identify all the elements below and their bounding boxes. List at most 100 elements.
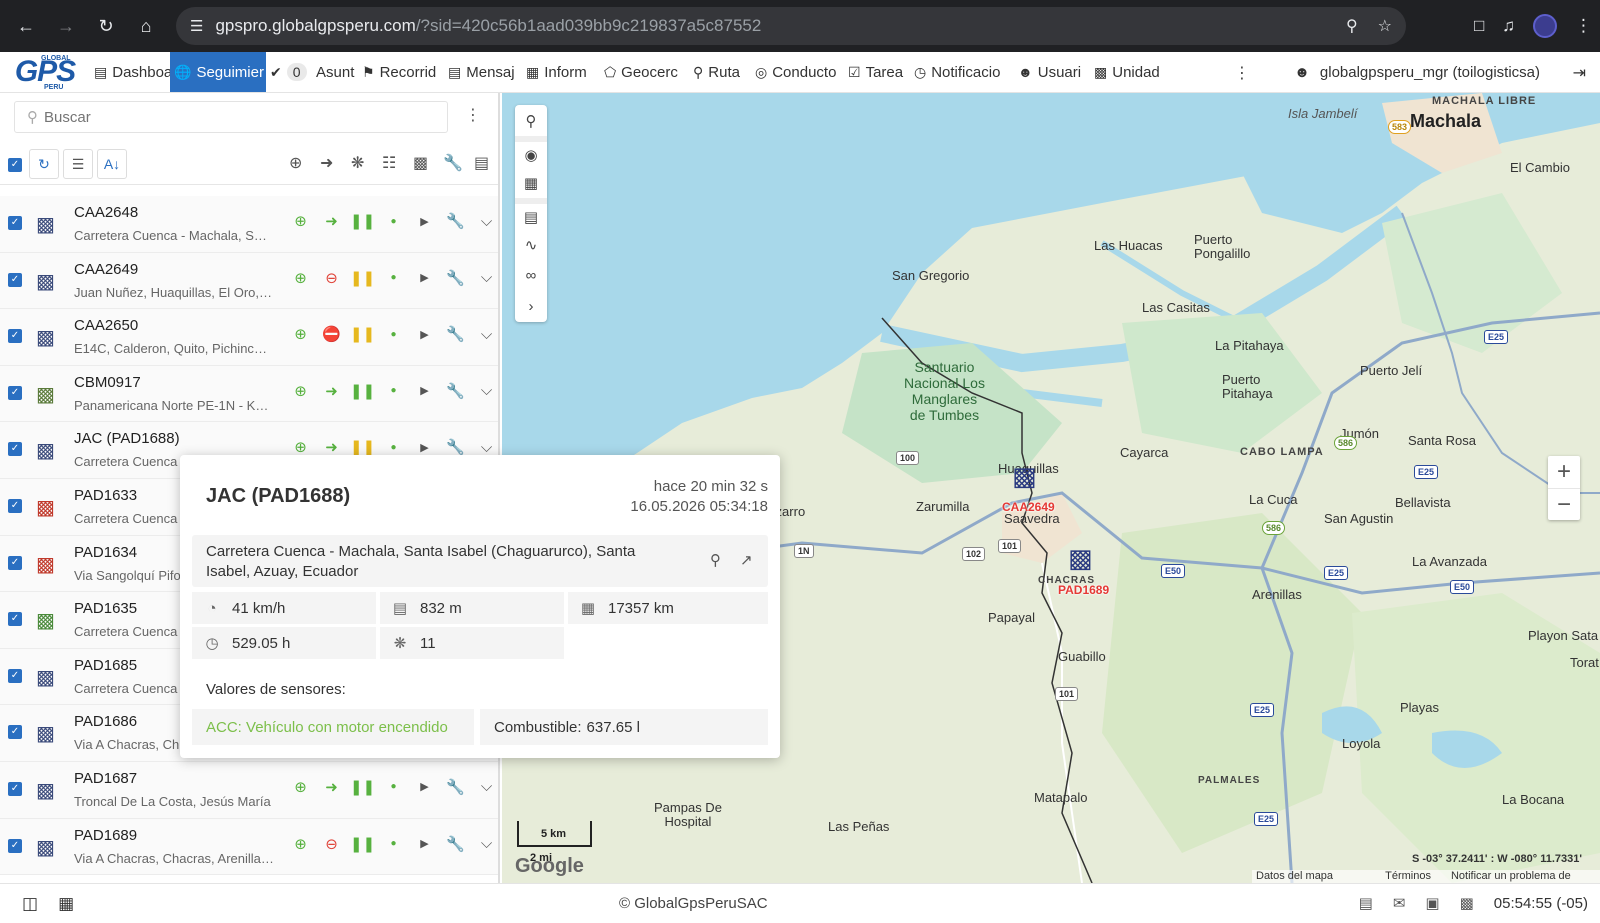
wrench-icon[interactable]: 🔧 <box>440 212 471 230</box>
row-checkbox[interactable]: ✓ <box>8 555 22 570</box>
search-box[interactable]: ⚲ <box>14 101 448 133</box>
row-checkbox[interactable]: ✓ <box>8 781 22 796</box>
location-pin-icon[interactable]: ⚲ <box>710 551 721 569</box>
vehicle-marker-pad1689[interactable]: ▩ <box>1068 543 1093 574</box>
display-icon[interactable]: ▩ <box>413 153 428 173</box>
forward-icon[interactable]: → <box>46 6 86 46</box>
image-icon[interactable]: ▣ <box>1425 894 1439 912</box>
group-tree-button[interactable]: ☰ <box>63 149 93 179</box>
vehicle-row[interactable]: ✓ ▩ PAD1687 Troncal De La Costa, Jesús Marí… <box>0 761 498 819</box>
profile-avatar[interactable] <box>1533 14 1557 38</box>
panel-icon[interactable]: ▤ <box>1359 894 1373 912</box>
nav-seguimiento[interactable]: 🌐 Seguimier <box>170 52 266 92</box>
ruler-icon[interactable]: ▤ <box>515 198 547 229</box>
key-icon[interactable]: ⚲ <box>1346 16 1358 36</box>
vehicle-row[interactable]: ✓ ▩ CAA2650 E14C, Calderon, Quito, Pichinch… <box>0 309 498 366</box>
wrench-icon[interactable]: 🔧 <box>440 778 471 796</box>
route-icon[interactable]: ∿ <box>515 229 547 260</box>
external-link-icon[interactable]: ↗ <box>740 551 753 569</box>
vehicle-row[interactable]: ✓ ▩ CBM0917 Panamericana Norte PE-1N - Km 1… <box>0 365 498 423</box>
back-icon[interactable]: ← <box>6 6 46 46</box>
row-menu-icon[interactable]: ⌵ <box>471 213 498 230</box>
nav-events-count[interactable]: ✔ 0 <box>266 52 312 92</box>
nav-tareas[interactable]: ☑ Tarea <box>844 52 910 92</box>
layout-icon[interactable]: ▩ <box>1460 894 1474 912</box>
row-checkbox[interactable]: ✓ <box>8 216 22 230</box>
row-menu-icon[interactable]: ⌵ <box>471 778 498 795</box>
nav-usuarios[interactable]: ☻ Usuari <box>1014 52 1090 92</box>
mail-icon[interactable]: ✉ <box>1393 894 1406 912</box>
points-icon[interactable]: ∞ <box>515 260 547 291</box>
list-icon[interactable]: ▤ <box>474 153 489 173</box>
wrench-icon[interactable]: 🔧 <box>440 835 471 853</box>
locate-icon[interactable]: ⊕ <box>285 438 316 456</box>
wrench-icon[interactable]: 🔧 <box>440 269 471 287</box>
locate-icon[interactable]: ⊕ <box>285 778 316 796</box>
locate-icon[interactable]: ⊕ <box>285 382 316 400</box>
nav-rutas[interactable]: ⚲ Ruta <box>689 52 751 92</box>
row-menu-icon[interactable]: ⌵ <box>471 439 498 456</box>
address-bar[interactable]: ☰ gpspro.globalgpsperu.com/?sid=420c56b1… <box>176 7 1406 45</box>
row-menu-icon[interactable]: ⌵ <box>471 326 498 343</box>
extensions-icon[interactable]: □ <box>1474 16 1484 36</box>
nav-geocercas[interactable]: ⬠ Geocerc <box>600 52 689 92</box>
chrome-menu-icon[interactable]: ⋮ <box>1575 16 1592 36</box>
engine-icon[interactable]: ☷ <box>382 153 396 173</box>
row-checkbox[interactable]: ✓ <box>8 725 22 740</box>
arrow-circle-icon[interactable]: ➜ <box>320 153 333 173</box>
star-icon[interactable]: ☆ <box>1378 16 1392 36</box>
map-search-icon[interactable]: ⚲ <box>515 105 547 136</box>
select-all-checkbox[interactable]: ✓ <box>8 158 22 172</box>
nav-asuntos[interactable]: Asunt <box>312 52 358 92</box>
locate-icon[interactable]: ⊕ <box>285 835 316 853</box>
logout-icon[interactable]: ⇥ <box>1573 52 1586 92</box>
crosshair-icon[interactable]: ⊕ <box>289 153 302 173</box>
site-settings-icon[interactable]: ☰ <box>190 17 203 35</box>
locate-icon[interactable]: ⊕ <box>285 325 316 343</box>
row-checkbox[interactable]: ✓ <box>8 329 22 344</box>
row-checkbox[interactable]: ✓ <box>8 385 22 400</box>
more-vertical-icon[interactable]: ⋮ <box>1234 52 1250 92</box>
map-layers-icon[interactable]: ▦ <box>515 167 547 198</box>
locate-icon[interactable]: ⊕ <box>285 269 316 287</box>
nav-notificaciones[interactable]: ◷ Notificacio <box>910 52 1014 92</box>
nav-informes[interactable]: ▦ Inform <box>522 52 600 92</box>
nav-conductores[interactable]: ◎ Conducto <box>751 52 844 92</box>
row-checkbox[interactable]: ✓ <box>8 838 22 853</box>
current-user[interactable]: ☻ globalgpsperu_mgr (toilogisticsa) <box>1294 52 1540 92</box>
row-checkbox[interactable]: ✓ <box>8 442 22 457</box>
google-logo[interactable]: Google <box>515 855 584 878</box>
wrench-icon[interactable]: 🔧 <box>440 382 471 400</box>
nav-dashboard[interactable]: ▤ Dashboa <box>90 52 170 92</box>
zoom-out-button[interactable]: − <box>1548 488 1580 520</box>
row-menu-icon[interactable]: ⌵ <box>471 269 498 286</box>
wrench-icon[interactable]: 🔧 <box>440 438 471 456</box>
row-checkbox[interactable]: ✓ <box>8 272 22 287</box>
grid-icon[interactable]: ▦ <box>58 894 74 914</box>
row-menu-icon[interactable]: ⌵ <box>471 835 498 852</box>
row-checkbox[interactable]: ✓ <box>8 668 22 683</box>
nav-mensajes[interactable]: ▤ Mensaj <box>444 52 522 92</box>
nav-recorridos[interactable]: ⚑ Recorrid <box>358 52 444 92</box>
chevron-right-icon[interactable]: › <box>515 291 547 322</box>
zoom-in-button[interactable]: + <box>1548 456 1580 488</box>
reload-icon[interactable]: ↻ <box>86 6 126 46</box>
home-icon[interactable]: ⌂ <box>126 6 166 46</box>
signal-icon[interactable]: ❋ <box>351 153 364 173</box>
sort-az-button[interactable]: A↓ <box>97 149 127 179</box>
vehicle-row[interactable]: ✓ ▩ CAA2649 Juan Nuñez, Huaquillas, El Oro,… <box>0 252 498 310</box>
vehicle-marker-caa2649[interactable]: ▩ <box>1012 461 1037 492</box>
wrench-icon[interactable]: 🔧 <box>443 153 463 173</box>
row-menu-icon[interactable]: ⌵ <box>471 382 498 399</box>
eye-icon[interactable]: ◉ <box>515 136 547 167</box>
vehicle-row[interactable]: ✓ ▩ CAA2648 Carretera Cuenca - Machala, San… <box>0 196 498 253</box>
row-checkbox[interactable]: ✓ <box>8 498 22 513</box>
row-checkbox[interactable]: ✓ <box>8 612 22 627</box>
media-icon[interactable]: ♫ <box>1502 16 1515 36</box>
logo[interactable]: GLOBAL GPS PERU <box>0 52 90 92</box>
wrench-icon[interactable]: 🔧 <box>440 325 471 343</box>
nav-unidades[interactable]: ▩ Unidad <box>1090 52 1174 92</box>
search-input[interactable] <box>44 108 424 126</box>
refresh-button[interactable]: ↻ <box>29 149 59 179</box>
locate-icon[interactable]: ⊕ <box>285 212 316 230</box>
